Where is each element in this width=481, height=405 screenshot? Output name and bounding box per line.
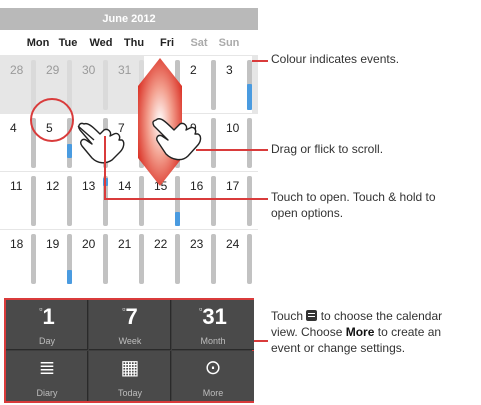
dow-wed: Wed	[89, 37, 113, 49]
note-menu-line2: view. Choose More to create an	[271, 325, 442, 339]
day-cell[interactable]: 17	[216, 172, 252, 230]
callout-vline-touch	[104, 136, 106, 200]
month-title: June 2012	[0, 8, 258, 30]
days-of-week-row: Mon Tue Wed Thu Fri Sat Sun	[0, 32, 258, 54]
calendar-screen: June 2012 Mon Tue Wed Thu Fri Sat Sun 28…	[0, 0, 258, 405]
day-cell[interactable]: 12	[36, 172, 72, 230]
note-drag: Drag or flick to scroll.	[271, 142, 384, 156]
calendar-menu: ▫1 Day ▫7 Week ▫31 Month ≣ Diary ▦ Today…	[4, 298, 254, 403]
today-icon: ▦	[120, 357, 140, 379]
day-cell[interactable]: 30	[72, 56, 108, 114]
touch-hand-icon	[77, 122, 125, 164]
callout-line-colour	[252, 60, 268, 62]
more-icon: ⊙	[204, 357, 222, 379]
callout-line-drag	[196, 149, 268, 151]
menu-diary-button[interactable]: ≣ Diary	[6, 351, 88, 401]
menu-key-icon	[306, 310, 318, 321]
calendar-day-icon: ▫1	[39, 304, 55, 329]
callout-line-menu	[254, 340, 268, 342]
note-touch-line2: open options.	[271, 206, 344, 220]
menu-more-button[interactable]: ⊙ More	[172, 351, 254, 401]
dow-fri: Fri	[159, 37, 175, 49]
day-cell[interactable]: 19	[36, 230, 72, 288]
day-cell[interactable]: 11	[0, 172, 36, 230]
callout-line-touch	[104, 198, 268, 200]
diary-icon: ≣	[38, 357, 56, 379]
note-menu-line3: event or change settings.	[271, 341, 406, 355]
note-menu-line1: Touch to choose the calendar	[271, 309, 443, 323]
event-marker	[247, 84, 252, 110]
day-cell[interactable]: 21	[108, 230, 144, 288]
day-cell[interactable]: 3	[216, 56, 252, 114]
day-cell[interactable]: 22	[144, 230, 180, 288]
dow-thu: Thu	[123, 37, 145, 49]
dow-sun: Sun	[218, 37, 240, 49]
day-cell[interactable]: 24	[216, 230, 252, 288]
day-cell[interactable]: 18	[0, 230, 36, 288]
highlight-circle	[30, 98, 74, 142]
menu-day-button[interactable]: ▫1 Day	[6, 300, 88, 350]
week-row: 11 12 13 14 15 16 17	[0, 171, 258, 229]
day-cell[interactable]: 16	[180, 172, 216, 230]
menu-week-button[interactable]: ▫7 Week	[89, 300, 171, 350]
day-cell[interactable]: 2	[180, 56, 216, 114]
calendar-week-icon: ▫7	[122, 304, 138, 329]
day-cell[interactable]: 10	[216, 114, 252, 172]
note-colour: Colour indicates events.	[271, 52, 400, 66]
menu-today-button[interactable]: ▦ Today	[89, 351, 171, 401]
day-cell[interactable]: 13	[72, 172, 108, 230]
day-cell[interactable]: 23	[180, 230, 216, 288]
day-cell[interactable]: 28	[0, 56, 36, 114]
week-row: 18 19 20 21 22 23 24	[0, 229, 258, 287]
dow-tue: Tue	[58, 37, 78, 49]
drag-hand-icon	[152, 118, 202, 161]
day-cell[interactable]: 20	[72, 230, 108, 288]
menu-month-button[interactable]: ▫31 Month	[172, 300, 254, 350]
note-touch-line1: Touch to open. Touch & hold to	[271, 190, 436, 204]
calendar-month-icon: ▫31	[199, 304, 227, 329]
